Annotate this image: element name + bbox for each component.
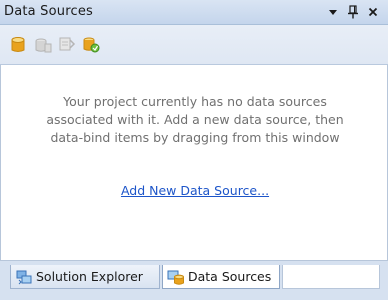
data-sources-panel: Your project currently has no data sourc… <box>0 65 388 260</box>
pin-icon[interactable] <box>344 3 362 21</box>
tab-data-sources[interactable]: Data Sources <box>162 265 280 289</box>
tool-window-tabs: Solution Explorer Data Sources <box>0 260 388 300</box>
dropdown-arrow-icon[interactable] <box>324 3 342 21</box>
window-controls <box>322 3 382 21</box>
edit-dataset-with-designer-icon[interactable] <box>33 35 53 55</box>
tab-label: Solution Explorer <box>36 269 143 284</box>
empty-state-message: Your project currently has no data sourc… <box>21 93 369 147</box>
data-sources-window: Data Sources Your project currently has … <box>0 0 388 300</box>
tab-label: Data Sources <box>188 269 272 284</box>
configure-dataset-with-wizard-icon[interactable] <box>57 35 77 55</box>
tab-strip-filler <box>282 265 380 289</box>
window-title: Data Sources <box>4 4 93 19</box>
message-line: Your project currently has no data sourc… <box>63 94 327 109</box>
solution-explorer-icon <box>15 268 33 286</box>
refresh-icon[interactable] <box>81 35 101 55</box>
close-icon[interactable] <box>364 3 382 21</box>
toolbar <box>0 25 388 65</box>
data-sources-icon <box>167 268 185 286</box>
message-line: associated with it. Add a new data sourc… <box>46 112 344 127</box>
title-bar: Data Sources <box>0 0 388 25</box>
message-line: data-bind items by dragging from this wi… <box>50 130 340 145</box>
add-new-data-source-icon[interactable] <box>8 35 28 55</box>
add-new-data-source-link[interactable]: Add New Data Source... <box>1 183 388 198</box>
tab-solution-explorer[interactable]: Solution Explorer <box>10 265 160 289</box>
